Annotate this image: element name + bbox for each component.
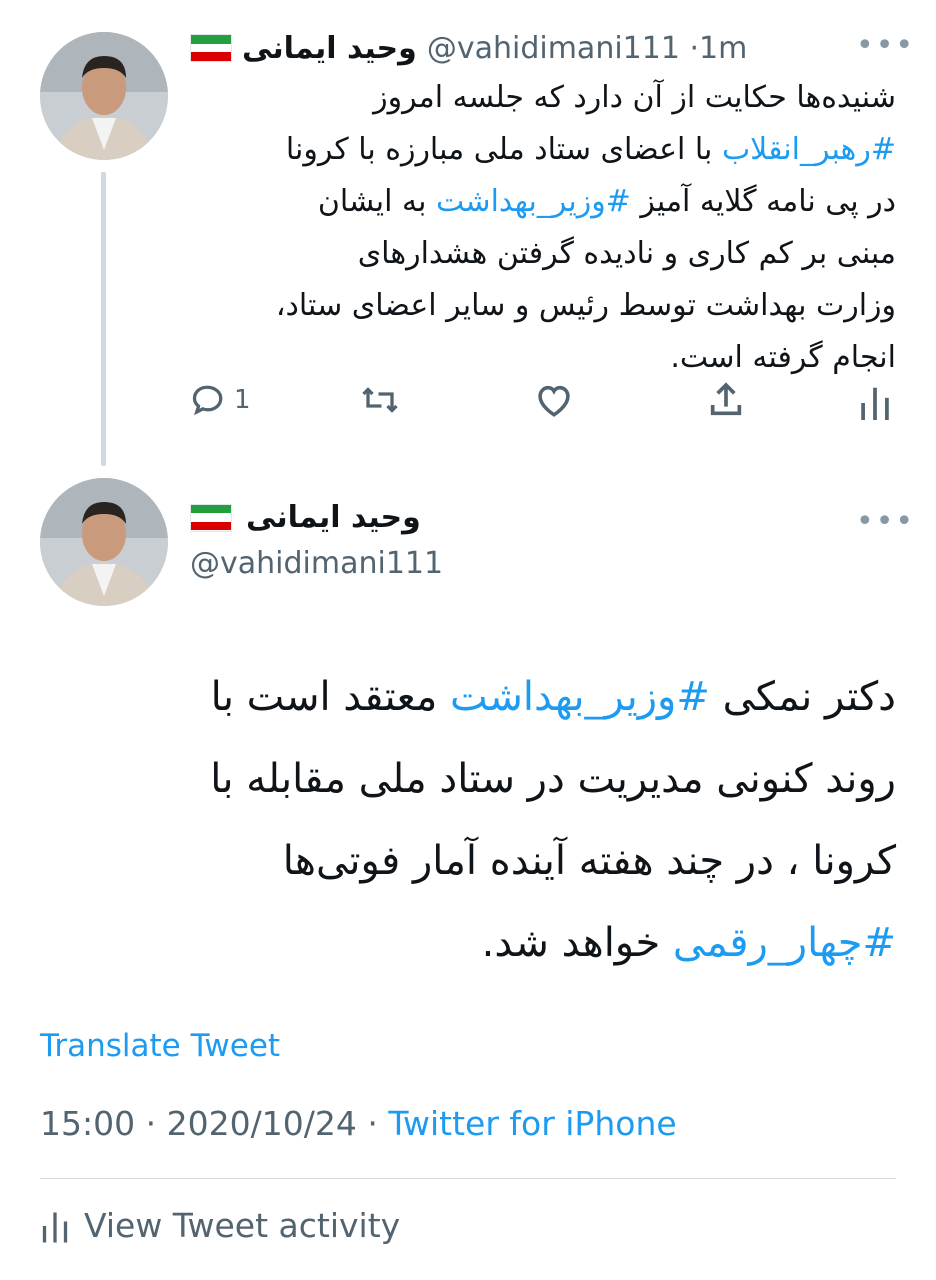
display-name[interactable]: وحید ایمانی — [242, 31, 417, 66]
more-options-icon[interactable]: ••• — [856, 504, 915, 539]
separator: · — [367, 1104, 378, 1143]
hashtag-link[interactable]: #وزیر_بهداشت — [450, 674, 710, 720]
avatar[interactable] — [40, 32, 168, 160]
analytics-icon — [861, 387, 889, 420]
reply-count: 1 — [234, 385, 251, 415]
like-button[interactable] — [534, 382, 574, 418]
analytics-button[interactable] — [858, 384, 892, 422]
tweet-line: روند کنونی مدیریت در ستاد ملی مقابله با — [210, 756, 896, 802]
avatar[interactable] — [40, 478, 168, 606]
avatar-photo — [40, 32, 168, 160]
tweet-line: وزارت بهداشت توسط رئیس و سایر اعضای ستاد… — [275, 288, 896, 323]
avatar-photo — [40, 478, 168, 606]
user-handle[interactable]: @vahidimani111 — [190, 546, 443, 581]
tweet-text: دکتر نمکی #وزیر_بهداشت معتقد است با روند… — [40, 656, 896, 984]
share-icon — [710, 382, 742, 416]
tweet-line: کرونا ، در چند هفته آینده آمار فوتی‌ها — [282, 838, 896, 884]
client-link[interactable]: Twitter for iPhone — [388, 1104, 676, 1143]
display-name[interactable]: وحید ایمانی — [246, 500, 421, 535]
more-options-icon[interactable]: ••• — [856, 28, 915, 63]
reply-icon — [192, 385, 223, 416]
view-tweet-activity-button[interactable]: View Tweet activity — [40, 1206, 400, 1245]
tweet-date: 2020/10/24 — [166, 1104, 357, 1143]
tweet-line: #رهبر_انقلاب با اعضای ستاد ملی مبارزه با… — [285, 132, 896, 167]
tweet-line: در پی نامه گلایه آمیز #وزیر_بهداشت به ای… — [317, 184, 896, 219]
tweet-header: @vahidimani111 ·1m وحید ایمانی — [190, 28, 890, 68]
tweet-line: #چهار_رقمی خواهد شد. — [481, 920, 896, 966]
reply-button[interactable]: 1 — [190, 382, 251, 418]
tweet-text: شنیده‌ها حکایت از آن دارد که جلسه امروز … — [180, 72, 896, 384]
user-handle[interactable]: @vahidimani111 — [427, 31, 680, 66]
hashtag-link[interactable]: #چهار_رقمی — [673, 920, 896, 966]
thread-connector — [101, 172, 106, 466]
tweet-meta: 15:00 · 2020/10/24 · Twitter for iPhone — [40, 1104, 677, 1143]
iran-flag-icon — [190, 503, 232, 532]
hashtag-link[interactable]: #وزیر_بهداشت — [436, 184, 631, 219]
tweet-time[interactable]: 1m — [699, 31, 747, 66]
tweet-line: مبنی بر کم کاری و نادیده گرفتن هشدارهای — [357, 236, 896, 271]
retweet-button[interactable] — [360, 382, 400, 418]
heart-icon — [538, 385, 570, 417]
view-tweet-activity-label: View Tweet activity — [84, 1206, 401, 1245]
author-name-row: وحید ایمانی — [190, 500, 421, 535]
tweet-line: شنیده‌ها حکایت از آن دارد که جلسه امروز — [373, 80, 896, 115]
retweet-icon — [362, 387, 398, 413]
divider — [40, 1178, 896, 1179]
hashtag-link[interactable]: #رهبر_انقلاب — [722, 132, 896, 167]
separator: · — [689, 30, 700, 66]
share-button[interactable] — [706, 380, 746, 420]
tweet-time: 15:00 — [40, 1104, 136, 1143]
separator: · — [145, 1104, 157, 1143]
timestamp-wrap: @vahidimani111 ·1m — [427, 31, 748, 66]
analytics-icon — [42, 1212, 68, 1242]
tweet-line: انجام گرفته است. — [670, 340, 896, 375]
iran-flag-icon — [190, 34, 232, 62]
translate-tweet-link[interactable]: Translate Tweet — [40, 1028, 280, 1064]
tweet-line: دکتر نمکی #وزیر_بهداشت معتقد است با — [210, 674, 896, 720]
